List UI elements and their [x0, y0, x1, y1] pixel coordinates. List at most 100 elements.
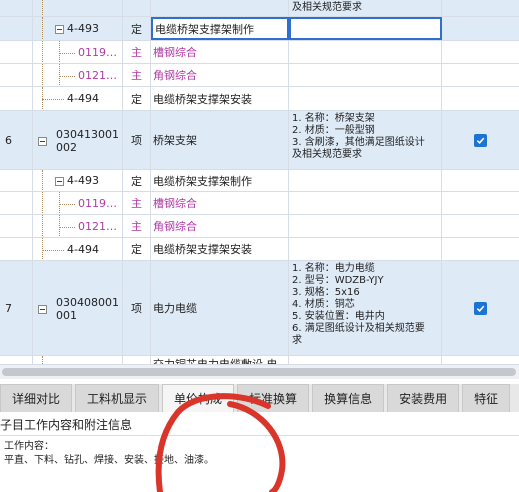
row-number	[0, 41, 33, 63]
feature-line: 5. 安装位置：电井内	[292, 311, 385, 322]
tree-line	[42, 64, 43, 86]
check-cell	[442, 238, 519, 260]
table-row[interactable]: 及相关规范要求	[0, 0, 519, 17]
type-cell: 定	[123, 87, 151, 110]
feature-cell	[289, 41, 442, 63]
tree-line	[42, 0, 43, 16]
work-content-text: 平直、下料、钻孔、焊接、安装、接地、油漆。	[4, 455, 214, 466]
tab-2[interactable]: 工料机显示	[75, 384, 160, 412]
check-cell	[442, 41, 519, 63]
row-number	[0, 64, 33, 86]
tab-1[interactable]: 详细对比	[0, 384, 73, 412]
tree-line	[42, 249, 64, 251]
table-row[interactable]: 4-494 定电缆桥架支撑架安装	[0, 87, 519, 111]
tree-line	[42, 192, 43, 214]
feature-cell	[289, 170, 442, 191]
horizontal-scrollbar[interactable]	[0, 364, 519, 379]
feature-line: 1. 名称：桥架支架	[292, 113, 375, 124]
checked-checkbox[interactable]	[474, 133, 487, 147]
table-row[interactable]: 4-493 定电缆桥架支撑架制作	[0, 170, 519, 192]
table-row[interactable]: 交力铜芯电力电缆敷设 电	[0, 356, 519, 364]
feature-cell	[289, 87, 442, 110]
selected-feature-cell[interactable]	[289, 17, 442, 40]
row-number	[0, 87, 33, 110]
quota-code: 4-493	[67, 22, 99, 35]
check-cell	[442, 111, 519, 169]
tree-line	[59, 226, 75, 228]
work-content-panel[interactable]: 工作内容： 平直、下料、钻孔、焊接、安装、接地、油漆。	[0, 437, 519, 492]
feature-cell	[289, 64, 442, 86]
row-number	[0, 356, 33, 364]
check-cell	[442, 64, 519, 86]
feature-line: 3. 规格：5x16	[292, 287, 360, 298]
code-cell: 4-493	[33, 170, 123, 191]
collapse-toggle-icon[interactable]	[38, 136, 47, 146]
selected-name-cell[interactable]: 电缆桥架支撑架制作	[151, 17, 289, 40]
code-cell	[33, 356, 123, 364]
list-item[interactable]: 6 030413001 002 项桥架支架 1. 名称：桥架支架 2. 材质：一般型钢 3…	[0, 111, 519, 170]
name-cell: 电力电缆	[151, 261, 289, 355]
tab-3[interactable]: 单价构成	[162, 384, 235, 412]
tree-line	[42, 356, 43, 364]
feature-cell	[289, 356, 442, 364]
feature-line: 6. 满足图纸设计及相关规范要	[292, 323, 425, 334]
feature-cell: 1. 名称：桥架支架 2. 材质：一般型钢 3. 含刷漆，其他满足图纸设计 及相关规范…	[289, 111, 442, 169]
type-cell: 主	[123, 192, 151, 214]
name-cell: 电缆桥架支撑架安装	[151, 87, 289, 110]
table-row[interactable]: 0121… 主角钢综合	[0, 64, 519, 87]
type-cell	[123, 356, 151, 364]
tab-6[interactable]: 安装费用	[387, 384, 460, 412]
table-row[interactable]: 0119… 主槽钢综合	[0, 192, 519, 215]
tree-line	[42, 215, 43, 237]
panel-title: 子目工作内容和附注信息	[0, 414, 519, 436]
tree-line	[42, 170, 43, 191]
row-number	[0, 170, 33, 191]
item-code: 030408001 001	[56, 295, 119, 322]
tab-4[interactable]: 标准换算	[237, 384, 310, 412]
table-row[interactable]: 0121… 主角钢综合	[0, 215, 519, 238]
collapse-toggle-icon[interactable]	[38, 304, 47, 314]
name-cell: 电缆桥架支撑架安装	[151, 238, 289, 260]
feature-line: 3. 含刷漆，其他满足图纸设计	[292, 137, 425, 148]
feature-cell	[289, 215, 442, 237]
feature-cell: 1. 名称：电力电缆 2. 型号：WDZB-YJY 3. 规格：5x16 4. 材质：…	[289, 261, 442, 355]
feature-line: 及相关规范要求	[292, 2, 362, 13]
list-item[interactable]: 7 030408001 001 项电力电缆 1. 名称：电力电缆 2. 型号：WDZB-…	[0, 261, 519, 356]
collapse-toggle-icon[interactable]	[55, 177, 64, 186]
table-row[interactable]: 4-494 定电缆桥架支撑架安装	[0, 238, 519, 261]
type-cell	[123, 0, 151, 16]
feature-cell: 及相关规范要求	[289, 0, 442, 16]
scrollbar-thumb[interactable]	[2, 368, 516, 376]
feature-line: 及相关规范要求	[292, 149, 362, 160]
tree-line	[42, 99, 64, 100]
tree-line	[42, 41, 43, 63]
name-cell: 槽钢综合	[151, 41, 289, 63]
material-code: 0119…	[78, 45, 117, 59]
tab-5[interactable]: 换算信息	[312, 384, 385, 412]
tree-line	[59, 203, 75, 205]
check-cell	[442, 261, 519, 355]
checked-checkbox[interactable]	[474, 301, 487, 315]
quota-grid: 及相关规范要求 4-493 定电缆桥架支撑架制作 0119… 主槽钢综合 0121… 主角钢…	[0, 0, 519, 364]
feature-line: 求	[292, 335, 302, 346]
name-cell: 角钢综合	[151, 64, 289, 86]
material-code: 0121…	[78, 219, 117, 233]
check-cell	[442, 0, 519, 16]
table-row[interactable]: 0119… 主槽钢综合	[0, 41, 519, 64]
check-cell	[442, 356, 519, 364]
check-cell	[442, 170, 519, 191]
check-cell	[442, 192, 519, 214]
code-cell: 4-494	[33, 238, 123, 260]
type-cell: 主	[123, 41, 151, 63]
name-cell: 交力铜芯电力电缆敷设 电	[151, 356, 289, 364]
collapse-toggle-icon[interactable]	[55, 25, 64, 34]
table-row[interactable]: 4-493 定电缆桥架支撑架制作	[0, 17, 519, 41]
tab-7[interactable]: 特征	[462, 384, 511, 412]
feature-line: 1. 名称：电力电缆	[292, 263, 375, 274]
feature-cell	[289, 192, 442, 214]
check-cell	[442, 215, 519, 237]
type-cell: 定	[123, 238, 151, 260]
check-cell	[442, 87, 519, 110]
code-cell: 030408001 001	[33, 261, 123, 355]
code-cell: 0119…	[33, 41, 123, 63]
